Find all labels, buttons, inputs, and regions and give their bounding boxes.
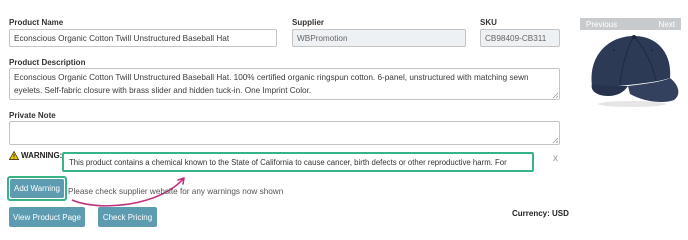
currency-text: Currency: USD (512, 209, 569, 218)
sku-label: SKU (480, 18, 497, 27)
annotation-arrow (71, 177, 185, 207)
add-warning-button[interactable]: Add Warning (10, 179, 64, 198)
product-description-label: Product Description (9, 58, 86, 67)
product-description-text: Econscious Organic Cotton Twill Unstruct… (14, 73, 529, 95)
sku-input: CB98409-CB311 (480, 29, 560, 47)
view-product-page-button[interactable]: View Product Page (9, 207, 85, 227)
warning-hint-text: Please check supplier website for any wa… (68, 187, 284, 196)
resize-grip-icon[interactable] (552, 92, 558, 98)
product-name-label: Product Name (9, 18, 64, 27)
close-warning-icon[interactable]: x (553, 153, 558, 164)
product-hat-image (591, 35, 679, 107)
warning-triangle-icon (9, 151, 19, 160)
supplier-label: Supplier (292, 18, 325, 27)
product-name-input[interactable]: Econscious Organic Cotton Twill Unstruct… (9, 29, 277, 47)
private-note-label: Private Note (9, 111, 56, 120)
check-pricing-button[interactable]: Check Pricing (98, 207, 157, 227)
warning-label-group: WARNING: (9, 151, 62, 160)
product-description-textarea[interactable]: Econscious Organic Cotton Twill Unstruct… (9, 68, 560, 100)
resize-grip-icon[interactable] (552, 137, 558, 143)
warning-label: WARNING: (21, 151, 63, 160)
private-note-textarea[interactable] (9, 121, 560, 145)
supplier-input: WBPromotion (292, 29, 466, 47)
